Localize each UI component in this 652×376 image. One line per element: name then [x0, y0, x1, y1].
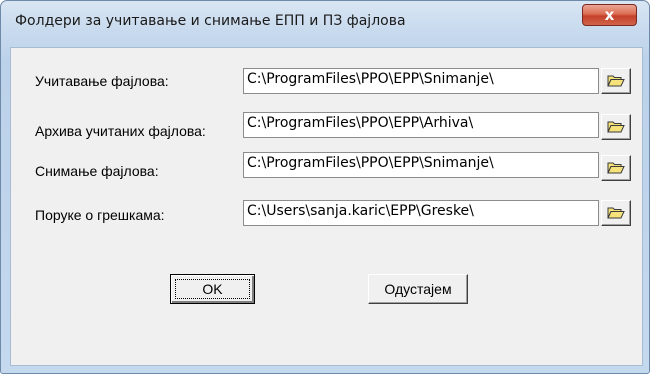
error-messages-label: Поруке о грешкама: [35, 207, 165, 223]
save-files-label: Снимање фајлова: [35, 163, 159, 179]
archive-files-field[interactable]: C:\ProgramFiles\PPO\EPP\Arhiva\ [243, 112, 599, 138]
ok-button[interactable]: OK [170, 274, 255, 304]
focus-rectangle [175, 279, 250, 299]
save-files-field[interactable]: C:\ProgramFiles\PPO\EPP\Snimanje\ [243, 152, 599, 178]
dialog-client-area: Учитавање фајлова: C:\ProgramFiles\PPO\E… [10, 47, 643, 366]
folder-open-icon [607, 121, 625, 133]
close-button[interactable]: x [582, 4, 637, 26]
cancel-button-label: Одустајем [384, 281, 452, 297]
load-files-field[interactable]: C:\ProgramFiles\PPO\EPP\Snimanje\ [243, 68, 599, 94]
save-files-browse-button[interactable] [601, 155, 631, 181]
window-title: Фолдери за учитавање и снимање ЕПП и ПЗ … [15, 13, 406, 29]
cancel-button[interactable]: Одустајем [368, 274, 468, 304]
folder-open-icon [607, 75, 625, 87]
load-files-browse-button[interactable] [601, 68, 631, 94]
error-messages-browse-button[interactable] [601, 200, 631, 226]
dialog-window: Фолдери за учитавање и снимање ЕПП и ПЗ … [0, 0, 650, 374]
load-files-label: Учитавање фајлова: [35, 73, 169, 89]
close-icon: x [604, 6, 615, 24]
error-messages-field[interactable]: C:\Users\sanja.karic\EPP\Greske\ [243, 200, 599, 226]
archive-files-browse-button[interactable] [601, 114, 631, 140]
archive-files-label: Архива учитаних фајлова: [35, 123, 206, 139]
folder-open-icon [607, 162, 625, 174]
folder-open-icon [607, 207, 625, 219]
